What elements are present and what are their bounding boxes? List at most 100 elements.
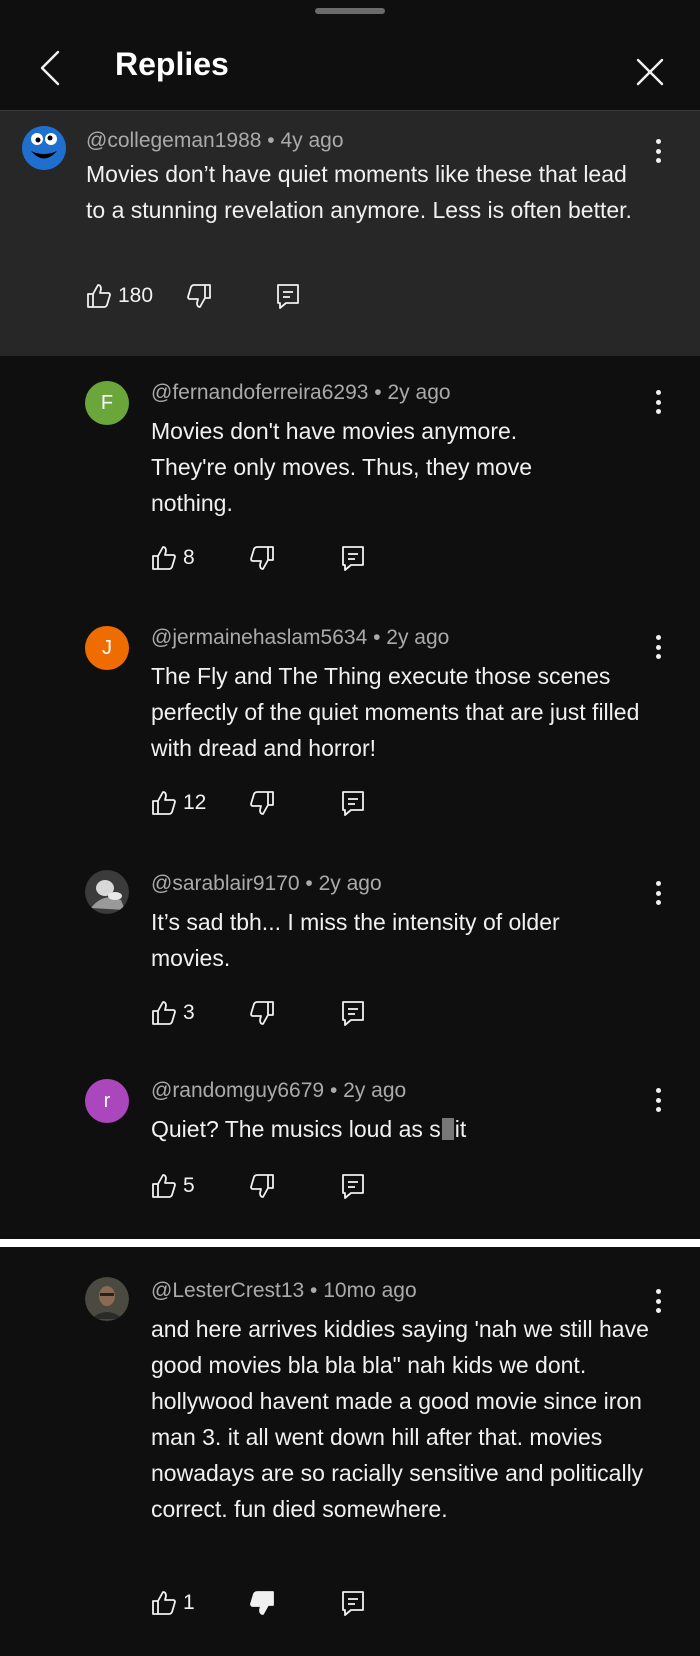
comment-author[interactable]: @fernandoferreira6293	[151, 381, 368, 404]
chevron-left-icon	[40, 50, 60, 86]
like-count: 180	[118, 284, 154, 307]
close-icon	[636, 58, 664, 86]
dislike-button[interactable]	[249, 541, 275, 575]
thumb-down-filled-icon	[250, 1591, 274, 1615]
comment-text: The Fly and The Thing execute those scen…	[151, 663, 640, 761]
thumb-down-icon	[187, 284, 211, 308]
close-button[interactable]	[628, 50, 672, 94]
like-button[interactable]: 5	[151, 1169, 195, 1203]
dislike-button[interactable]	[249, 996, 275, 1030]
like-button[interactable]: 12	[151, 786, 206, 820]
parent-comment: @collegeman1988 • 4y ago Movies don’t ha…	[0, 111, 700, 356]
more-vert-icon	[655, 1289, 661, 1294]
comment-text: Movies don't have movies anymore. They'r…	[151, 418, 533, 516]
comment-author[interactable]: @sarablair9170	[151, 872, 300, 895]
profile-photo	[85, 1277, 129, 1321]
meta-separator: •	[299, 872, 319, 895]
like-count: 1	[183, 1591, 195, 1614]
comment-text: Movies don’t have quiet moments like the…	[86, 161, 632, 223]
reply-button[interactable]	[341, 786, 365, 820]
comment-age: 2y ago	[386, 626, 450, 649]
like-count: 8	[183, 546, 195, 569]
reply-icon	[342, 1591, 364, 1616]
profile-photo	[85, 870, 129, 914]
replies-header: Replies	[0, 22, 700, 110]
dislike-button-active[interactable]	[249, 1586, 275, 1620]
meta-separator: •	[324, 1079, 344, 1102]
thumb-up-icon	[152, 1591, 176, 1615]
cookie-monster-avatar[interactable]	[22, 126, 66, 170]
page-title: Replies	[115, 46, 229, 82]
thumb-down-icon	[250, 1001, 274, 1025]
reply-icon	[342, 1001, 364, 1026]
reply-icon	[277, 284, 299, 309]
like-button[interactable]: 3	[151, 996, 195, 1030]
second-screenshot-panel: @LesterCrest13 • 10mo ago and here arriv…	[0, 1247, 700, 1656]
like-button[interactable]: 8	[151, 541, 195, 575]
more-vert-icon	[655, 139, 661, 144]
avatar-initial: J	[102, 636, 112, 659]
avatar-initial: r	[103, 1089, 111, 1112]
thumb-down-icon	[250, 791, 274, 815]
avatar[interactable]	[85, 870, 129, 914]
more-options-button[interactable]	[648, 631, 668, 663]
comment-age: 4y ago	[280, 129, 344, 152]
avatar[interactable]: F	[85, 381, 129, 425]
reply-button[interactable]	[341, 1169, 365, 1203]
censor-blur	[441, 1118, 454, 1140]
reply-button[interactable]	[276, 279, 300, 313]
reply-icon	[342, 791, 364, 816]
more-vert-icon	[655, 635, 661, 640]
screenshot-divider	[0, 1239, 700, 1247]
like-count: 12	[183, 791, 207, 814]
more-options-button[interactable]	[648, 386, 668, 418]
dislike-button[interactable]	[249, 1169, 275, 1203]
thumb-up-icon	[152, 546, 176, 570]
like-button[interactable]: 1	[151, 1586, 195, 1620]
thumb-up-icon	[152, 1001, 176, 1025]
comment-meta: @fernandoferreira6293 • 2y ago	[151, 381, 451, 405]
avatar[interactable]	[85, 1277, 129, 1321]
thumb-down-icon	[250, 546, 274, 570]
reply-button[interactable]	[341, 1586, 365, 1620]
reply-icon	[342, 546, 364, 571]
thumb-up-icon	[87, 284, 111, 308]
comment-text: It’s sad tbh... I miss the intensity of …	[151, 909, 560, 971]
reply-button[interactable]	[341, 996, 365, 1030]
replies-panel: Replies @collegeman1988 • 4y ago Movies …	[0, 0, 700, 1239]
more-options-button[interactable]	[648, 135, 668, 167]
more-options-button[interactable]	[648, 1084, 668, 1116]
thumb-up-icon	[152, 1174, 176, 1198]
back-button[interactable]	[30, 48, 70, 88]
like-count: 5	[183, 1174, 195, 1197]
comment-meta: @sarablair9170 • 2y ago	[151, 872, 382, 896]
reply-icon	[342, 1174, 364, 1199]
more-options-button[interactable]	[648, 877, 668, 909]
comment-meta: @randomguy6679 • 2y ago	[151, 1079, 406, 1103]
more-vert-icon	[655, 390, 661, 395]
avatar[interactable]: J	[85, 626, 129, 670]
comment-author[interactable]: @collegeman1988	[86, 129, 261, 152]
drag-handle[interactable]	[315, 8, 385, 14]
avatar[interactable]: r	[85, 1079, 129, 1123]
comment-text: Quiet? The musics loud as s it	[151, 1111, 651, 1147]
meta-separator: •	[304, 1279, 324, 1302]
comment-author[interactable]: @randomguy6679	[151, 1079, 324, 1102]
comment-age: 10mo ago	[323, 1279, 417, 1302]
dislike-button[interactable]	[249, 786, 275, 820]
comment-author[interactable]: @LesterCrest13	[151, 1279, 304, 1302]
like-button[interactable]: 180	[86, 279, 153, 313]
comment-age: 2y ago	[343, 1079, 407, 1102]
meta-separator: •	[367, 626, 387, 649]
comment-text-part: Quiet? The musics loud as s	[151, 1116, 441, 1142]
comment-author[interactable]: @jermainehaslam5634	[151, 626, 367, 649]
comment-text: and here arrives kiddies saying 'nah we …	[151, 1316, 649, 1522]
comment-age: 2y ago	[387, 381, 451, 404]
meta-separator: •	[261, 129, 281, 152]
reply-button[interactable]	[341, 541, 365, 575]
dislike-button[interactable]	[186, 279, 212, 313]
comment-meta: @collegeman1988 • 4y ago	[86, 129, 344, 153]
like-count: 3	[183, 1001, 195, 1024]
thumb-up-icon	[152, 791, 176, 815]
meta-separator: •	[368, 381, 388, 404]
